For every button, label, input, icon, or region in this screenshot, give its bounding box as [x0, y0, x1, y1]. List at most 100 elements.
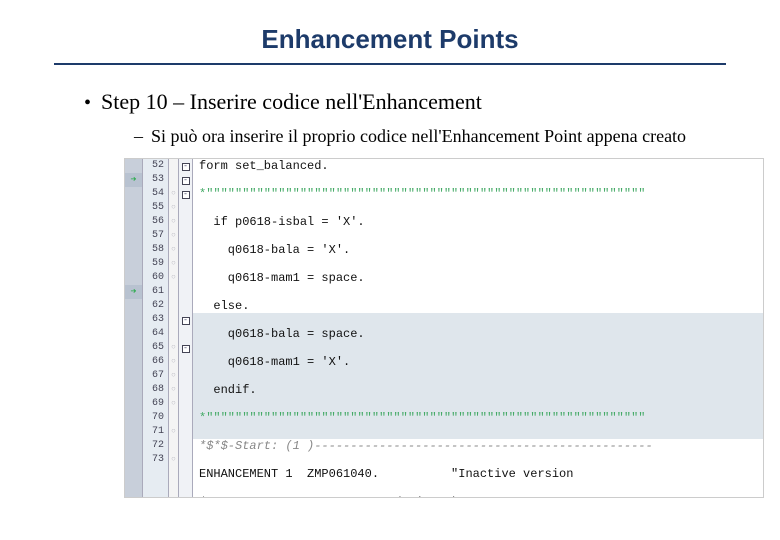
enhancement-highlight: [193, 383, 763, 397]
line-number: 71: [143, 425, 168, 439]
line-number: 67: [143, 369, 168, 383]
enhancement-marker: [125, 425, 142, 439]
line-number: 62: [143, 299, 168, 313]
line-number: 61: [143, 285, 168, 299]
line-number: 55: [143, 201, 168, 215]
breakpoint-slot[interactable]: ○: [169, 271, 178, 285]
line-number: 66: [143, 355, 168, 369]
fold-gutter: -----: [179, 159, 193, 497]
enhancement-marker: ➔: [125, 285, 142, 299]
enhancement-highlight: [193, 397, 763, 411]
slide: Enhancement Points • Step 10 – Inserire …: [0, 0, 780, 540]
code-line[interactable]: *"""""""""""""""""""""""""""""""""""""""…: [193, 187, 763, 201]
breakpoint-slot[interactable]: ○: [169, 397, 178, 411]
bullet-text: Step 10 – Inserire codice nell'Enhanceme…: [101, 89, 482, 115]
enhancement-marker: [125, 313, 142, 327]
breakpoint-slot[interactable]: ○: [169, 369, 178, 383]
code-line[interactable]: *$*$-Start: (1 )------------------------…: [193, 439, 763, 453]
line-number: 69: [143, 397, 168, 411]
fold-toggle: [179, 453, 192, 467]
fold-toggle[interactable]: -: [179, 173, 192, 187]
enhancement-highlight: [193, 425, 763, 439]
breakpoint-slot[interactable]: [169, 159, 178, 173]
enhancement-highlight: [193, 313, 763, 327]
bullet-dot: •: [84, 89, 91, 117]
enhancement-marker: [125, 369, 142, 383]
enhancement-marker: [125, 229, 142, 243]
slide-title: Enhancement Points: [44, 24, 736, 55]
bullet-dash: –: [134, 125, 143, 148]
breakpoint-slot[interactable]: ○: [169, 355, 178, 369]
enhancement-marker: [125, 299, 142, 313]
line-number: 60: [143, 271, 168, 285]
breakpoint-slot[interactable]: [169, 173, 178, 187]
code-line[interactable]: q0618-mam1 = space.: [193, 271, 763, 285]
fold-toggle: [179, 411, 192, 425]
fold-toggle: [179, 425, 192, 439]
line-number: 52: [143, 159, 168, 173]
sub-text: Si può ora inserire il proprio codice ne…: [151, 125, 686, 148]
breakpoint-slot[interactable]: [169, 313, 178, 327]
breakpoint-slot[interactable]: [169, 299, 178, 313]
fold-toggle: [179, 299, 192, 313]
enhancement-marker: [125, 187, 142, 201]
line-number: 70: [143, 411, 168, 425]
breakpoint-slot[interactable]: ○: [169, 187, 178, 201]
line-number: 72: [143, 439, 168, 453]
breakpoint-slot[interactable]: ○: [169, 201, 178, 215]
bullet-sub: – Si può ora inserire il proprio codice …: [134, 125, 736, 148]
enhancement-marker: [125, 243, 142, 257]
code-area: form set_balanced. *"""""""""""""""""""""…: [193, 159, 763, 467]
breakpoint-slot[interactable]: [169, 285, 178, 299]
fold-toggle[interactable]: -: [179, 159, 192, 173]
fold-toggle: [179, 257, 192, 271]
enhancement-marker: [125, 397, 142, 411]
enhancement-highlight: [193, 341, 763, 355]
enhancement-marker: [125, 341, 142, 355]
enhancement-marker: [125, 257, 142, 271]
fold-toggle: [179, 383, 192, 397]
enhancement-marker: ➔: [125, 173, 142, 187]
enhancement-marker: [125, 453, 142, 467]
line-number: 65: [143, 341, 168, 355]
fold-toggle: [179, 327, 192, 341]
breakpoint-slot[interactable]: [169, 439, 178, 453]
breakpoint-slot[interactable]: ○: [169, 453, 178, 467]
line-number-gutter: 5253545556575859606162636465666768697071…: [143, 159, 169, 497]
code-line[interactable]: else.: [193, 299, 763, 313]
code-line[interactable]: if p0618-isbal = 'X'.: [193, 215, 763, 229]
fold-toggle[interactable]: -: [179, 341, 192, 355]
breakpoint-slot[interactable]: [169, 327, 178, 341]
breakpoint-slot[interactable]: [169, 411, 178, 425]
title-underline: [54, 63, 726, 65]
bullet-main: • Step 10 – Inserire codice nell'Enhance…: [84, 89, 736, 117]
enhancement-marker-gutter: ➔➔: [125, 159, 143, 497]
breakpoint-slot[interactable]: ○: [169, 383, 178, 397]
breakpoint-slot[interactable]: ○: [169, 341, 178, 355]
breakpoint-slot[interactable]: ○: [169, 229, 178, 243]
breakpoint-slot[interactable]: ○: [169, 215, 178, 229]
line-number: 64: [143, 327, 168, 341]
breakpoint-slot[interactable]: ○: [169, 257, 178, 271]
breakpoint-slot[interactable]: ○: [169, 425, 178, 439]
line-number: 56: [143, 215, 168, 229]
fold-toggle[interactable]: -: [179, 187, 192, 201]
code-line[interactable]: q0618-bala = 'X'.: [193, 243, 763, 257]
breakpoint-slot[interactable]: ○: [169, 243, 178, 257]
enhancement-marker: [125, 159, 142, 173]
enhancement-marker: [125, 271, 142, 285]
fold-toggle: [179, 201, 192, 215]
enhancement-highlight: [193, 369, 763, 383]
fold-toggle[interactable]: -: [179, 313, 192, 327]
enhancement-marker: [125, 327, 142, 341]
breakpoint-gutter: ○○○○○○○○○○○○○○: [169, 159, 179, 497]
fold-toggle: [179, 243, 192, 257]
line-number: 57: [143, 229, 168, 243]
code-line[interactable]: form set_balanced.: [193, 159, 763, 173]
line-number: 73: [143, 453, 168, 467]
fold-toggle: [179, 397, 192, 411]
fold-toggle: [179, 369, 192, 383]
fold-toggle: [179, 229, 192, 243]
code-line[interactable]: ENHANCEMENT 1 ZMP061040. "Inactive versi…: [193, 467, 763, 481]
code-line[interactable]: * Can now enter your own code into here: [193, 495, 763, 498]
